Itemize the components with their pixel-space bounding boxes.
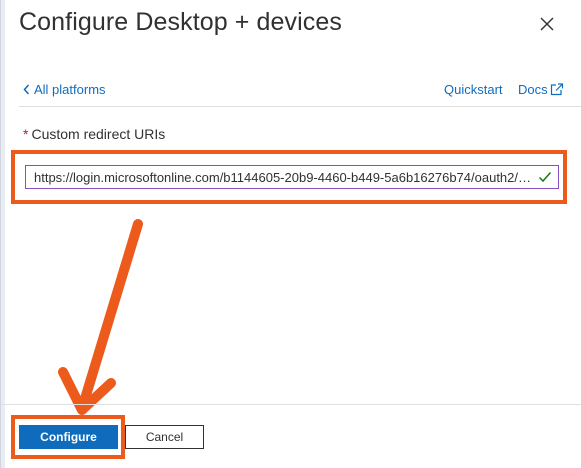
external-link-icon bbox=[550, 83, 564, 96]
page-title: Configure Desktop + devices bbox=[19, 8, 343, 36]
all-platforms-link[interactable]: All platforms bbox=[23, 82, 106, 97]
configure-button[interactable]: Configure bbox=[19, 425, 118, 449]
all-platforms-label: All platforms bbox=[34, 82, 106, 97]
panel-edge bbox=[1, 0, 5, 468]
header-divider bbox=[19, 106, 581, 107]
docs-link[interactable]: Docs bbox=[518, 82, 564, 97]
close-button[interactable] bbox=[533, 12, 561, 40]
cancel-button[interactable]: Cancel bbox=[125, 425, 204, 449]
close-icon bbox=[540, 17, 554, 36]
annotation-arrow bbox=[58, 219, 143, 415]
chevron-left-icon bbox=[23, 84, 30, 95]
panel-nav: All platforms Quickstart Docs bbox=[1, 76, 581, 106]
quickstart-link[interactable]: Quickstart bbox=[444, 82, 503, 97]
redirect-uris-label: * Custom redirect URIs bbox=[23, 126, 165, 142]
footer-divider bbox=[1, 404, 581, 405]
docs-label: Docs bbox=[518, 82, 548, 97]
required-marker: * bbox=[23, 126, 29, 142]
redirect-uri-value: https://login.microsoftonline.com/b11446… bbox=[34, 169, 532, 185]
redirect-uri-input[interactable]: https://login.microsoftonline.com/b11446… bbox=[25, 165, 559, 189]
configure-panel: Configure Desktop + devices All platform… bbox=[0, 0, 581, 468]
redirect-uris-label-text: Custom redirect URIs bbox=[31, 126, 166, 142]
checkmark-icon bbox=[538, 171, 552, 183]
